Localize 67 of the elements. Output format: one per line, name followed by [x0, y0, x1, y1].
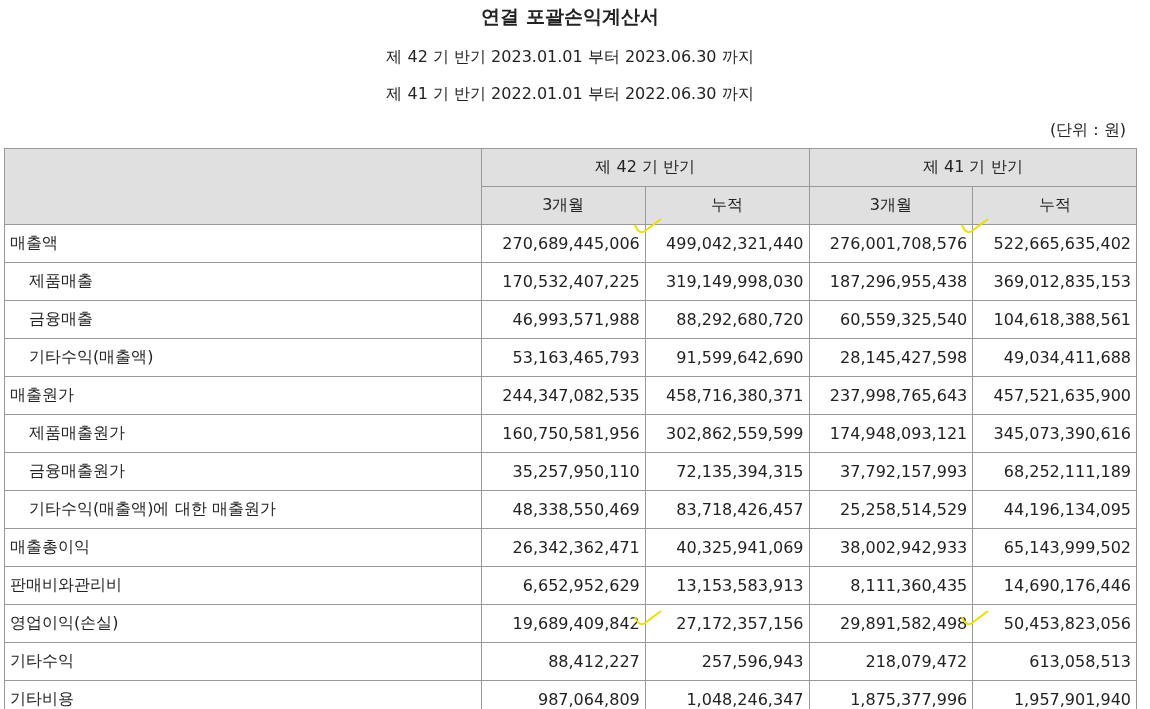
table-cell: 83,718,426,457: [645, 490, 809, 529]
row-label: 제품매출원가: [4, 414, 482, 453]
row-label: 매출원가: [4, 376, 482, 415]
table-cell: 244,347,082,535: [481, 376, 646, 415]
table-cell: 35,257,950,110: [481, 452, 646, 491]
row-label: 판매비와관리비: [4, 566, 482, 605]
row-label: 기타수익: [4, 642, 482, 681]
column-header: 누적: [645, 186, 809, 225]
table-cell: 302,862,559,599: [645, 414, 809, 453]
table-cell: 187,296,955,438: [809, 262, 973, 301]
group-header: 제 41 기 반기: [809, 148, 1137, 187]
table-cell: 257,596,943: [645, 642, 809, 681]
row-label: 기타비용: [4, 680, 482, 709]
unit-label: (단위 : 원): [1049, 119, 1126, 141]
table-cell: 319,149,998,030: [645, 262, 809, 301]
row-label: 기타수익(매출액): [4, 338, 482, 377]
row-label: 매출액: [4, 224, 482, 263]
table-cell: 104,618,388,561: [972, 300, 1137, 339]
table-cell: 53,163,465,793: [481, 338, 646, 377]
table-cell: 88,292,680,720: [645, 300, 809, 339]
table-cell: 613,058,513: [972, 642, 1137, 681]
group-header: 제 42 기 반기: [481, 148, 809, 187]
row-label: 제품매출: [4, 262, 482, 301]
table-cell: 8,111,360,435: [809, 566, 973, 605]
row-label: 매출총이익: [4, 528, 482, 567]
row-label: 금융매출: [4, 300, 482, 339]
table-cell: 48,338,550,469: [481, 490, 646, 529]
table-cell: 68,252,111,189: [972, 452, 1137, 491]
table-cell: 458,716,380,371: [645, 376, 809, 415]
table-cell: 13,153,583,913: [645, 566, 809, 605]
table-cell: 28,145,427,598: [809, 338, 973, 377]
table-cell: 6,652,952,629: [481, 566, 646, 605]
table-cell: 50,453,823,056: [972, 604, 1137, 643]
period-text: 제 41 기 반기 2022.01.01 부터 2022.06.30 까지: [385, 83, 755, 105]
table-cell: 25,258,514,529: [809, 490, 973, 529]
table-cell: 91,599,642,690: [645, 338, 809, 377]
table-cell: 237,998,765,643: [809, 376, 973, 415]
row-label: 금융매출원가: [4, 452, 482, 491]
column-header: 누적: [972, 186, 1137, 225]
table-cell: 27,172,357,156: [645, 604, 809, 643]
table-cell: 46,993,571,988: [481, 300, 646, 339]
column-header: 3개월: [481, 186, 646, 225]
table-cell: 174,948,093,121: [809, 414, 973, 453]
table-cell: 522,665,635,402: [972, 224, 1137, 263]
table-cell: 72,135,394,315: [645, 452, 809, 491]
table-cell: 345,073,390,616: [972, 414, 1137, 453]
table-cell: 40,325,941,069: [645, 528, 809, 567]
table-cell: 38,002,942,933: [809, 528, 973, 567]
table-cell: 369,012,835,153: [972, 262, 1137, 301]
table-cell: 26,342,362,471: [481, 528, 646, 567]
table-cell: 170,532,407,225: [481, 262, 646, 301]
table-cell: 218,079,472: [809, 642, 973, 681]
table-cell: 44,196,134,095: [972, 490, 1137, 529]
table-cell: 49,034,411,688: [972, 338, 1137, 377]
table-cell: 499,042,321,440: [645, 224, 809, 263]
table-cell: 457,521,635,900: [972, 376, 1137, 415]
table-cell: 160,750,581,956: [481, 414, 646, 453]
period-text: 제 42 기 반기 2023.01.01 부터 2023.06.30 까지: [385, 46, 755, 68]
table-cell: 37,792,157,993: [809, 452, 973, 491]
report-title: 연결 포괄손익계산서: [480, 4, 660, 29]
table-cell: 60,559,325,540: [809, 300, 973, 339]
column-header: 3개월: [809, 186, 973, 225]
table-cell: 88,412,227: [481, 642, 646, 681]
table-cell: 65,143,999,502: [972, 528, 1137, 567]
row-label: 영업이익(손실): [4, 604, 482, 643]
table-cell: 14,690,176,446: [972, 566, 1137, 605]
row-label: 기타수익(매출액)에 대한 매출원가: [4, 490, 482, 529]
